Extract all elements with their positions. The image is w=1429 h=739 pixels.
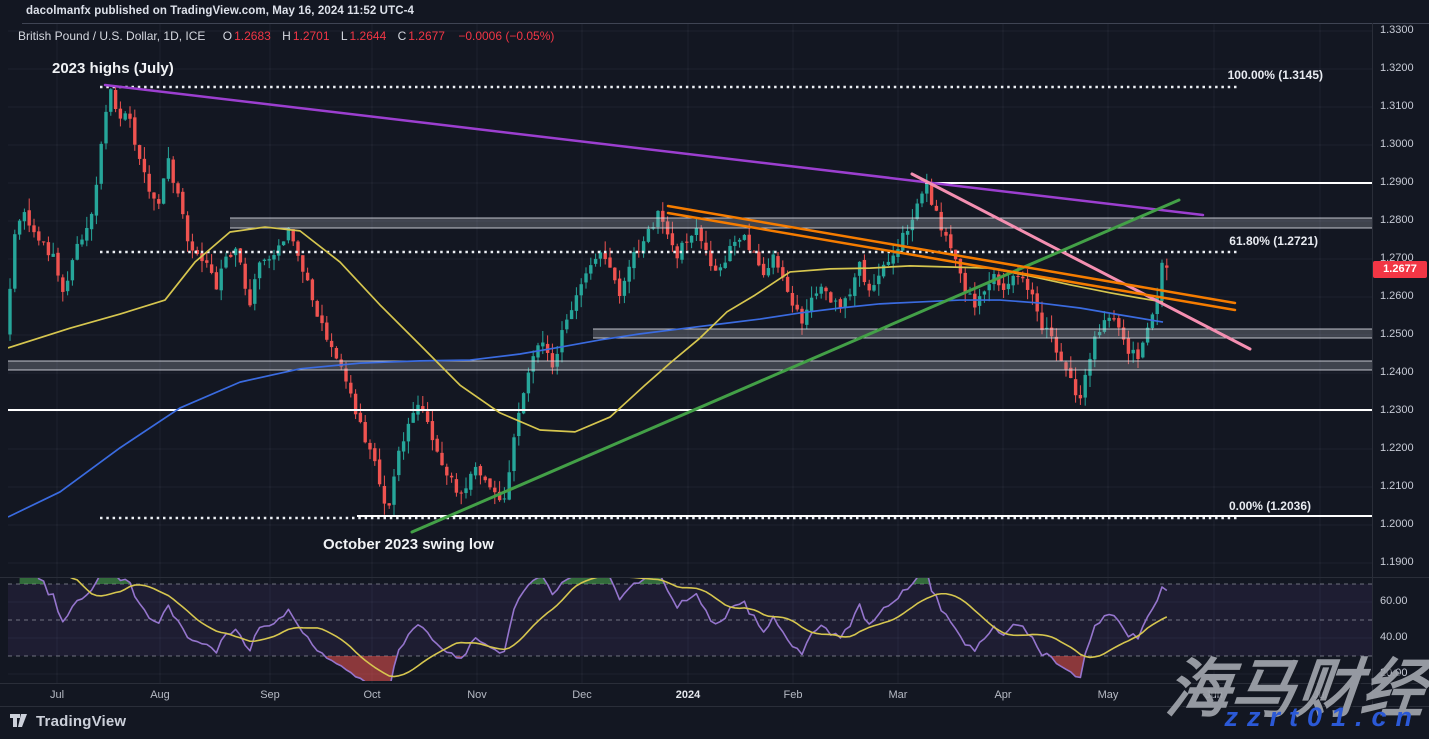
- price-axis-label: 1.2200: [1380, 442, 1414, 454]
- price-axis-label: 1.2900: [1380, 176, 1414, 188]
- price-axis-label: 1.3000: [1380, 138, 1414, 150]
- low-label: L: [341, 29, 348, 43]
- symbol-legend[interactable]: British Pound / U.S. Dollar, 1D, ICE O1.…: [18, 29, 556, 43]
- time-axis-label: Jul: [35, 689, 79, 701]
- open-label: O: [223, 29, 232, 43]
- time-axis-label: Nov: [455, 689, 499, 701]
- close-label: C: [398, 29, 407, 43]
- price-axis-label: 1.2600: [1380, 290, 1414, 302]
- last-price-value: 1.2677: [1383, 263, 1417, 275]
- low-value: 1.2644: [350, 29, 387, 43]
- tradingview-chart-screenshot: dacolmanfx published on TradingView.com,…: [0, 0, 1429, 739]
- symbol-title: British Pound / U.S. Dollar, 1D, ICE: [18, 29, 205, 43]
- price-axis-label: 1.2300: [1380, 404, 1414, 416]
- open-value: 1.2683: [234, 29, 271, 43]
- price-axis-label: 1.3100: [1380, 100, 1414, 112]
- time-axis-label: Feb: [771, 689, 815, 701]
- time-axis-label: Aug: [138, 689, 182, 701]
- time-axis-label: Mar: [876, 689, 920, 701]
- time-axis-label: Oct: [350, 689, 394, 701]
- rsi-axis-label: 60.00: [1380, 595, 1408, 607]
- fib-level-label: 100.00% (1.3145): [1228, 68, 1323, 82]
- price-axis-label: 1.3200: [1380, 62, 1414, 74]
- high-value: 1.2701: [293, 29, 330, 43]
- time-axis-label: Apr: [981, 689, 1025, 701]
- time-axis-label: Sep: [248, 689, 292, 701]
- publish-text: dacolmanfx published on TradingView.com,…: [26, 5, 414, 17]
- high-label: H: [282, 29, 291, 43]
- price-axis-label: 1.2500: [1380, 328, 1414, 340]
- fib-level-label: 0.00% (1.2036): [1229, 499, 1311, 513]
- publish-bar: dacolmanfx published on TradingView.com,…: [26, 5, 414, 17]
- candles: [8, 86, 1168, 516]
- watermark-url: zzrt01.cn: [1224, 702, 1421, 733]
- annotation-2023-highs[interactable]: 2023 highs (July): [52, 60, 174, 77]
- price-axis-label: 1.2000: [1380, 518, 1414, 530]
- change-value: −0.0006 (−0.05%): [458, 29, 554, 43]
- tradingview-logo-icon: [10, 712, 30, 730]
- time-axis-label: 2024: [666, 689, 710, 701]
- time-axis-label: Dec: [560, 689, 604, 701]
- fib-level-label: 61.80% (1.2721): [1229, 234, 1318, 248]
- price-axis-label: 1.2100: [1380, 480, 1414, 492]
- price-axis-label: 1.2400: [1380, 366, 1414, 378]
- last-price-label: 1.2677: [1373, 261, 1427, 278]
- time-axis-label: May: [1086, 689, 1130, 701]
- price-axis-label: 1.3300: [1380, 24, 1414, 36]
- close-value: 1.2677: [408, 29, 445, 43]
- chart-canvas[interactable]: [0, 0, 1429, 739]
- tradingview-logo[interactable]: TradingView: [10, 712, 126, 730]
- price-axis-label: 1.2800: [1380, 214, 1414, 226]
- tradingview-brand-text: TradingView: [36, 713, 126, 730]
- annotation-october-swing-low[interactable]: October 2023 swing low: [323, 536, 494, 553]
- price-axis-label: 1.1900: [1380, 556, 1414, 568]
